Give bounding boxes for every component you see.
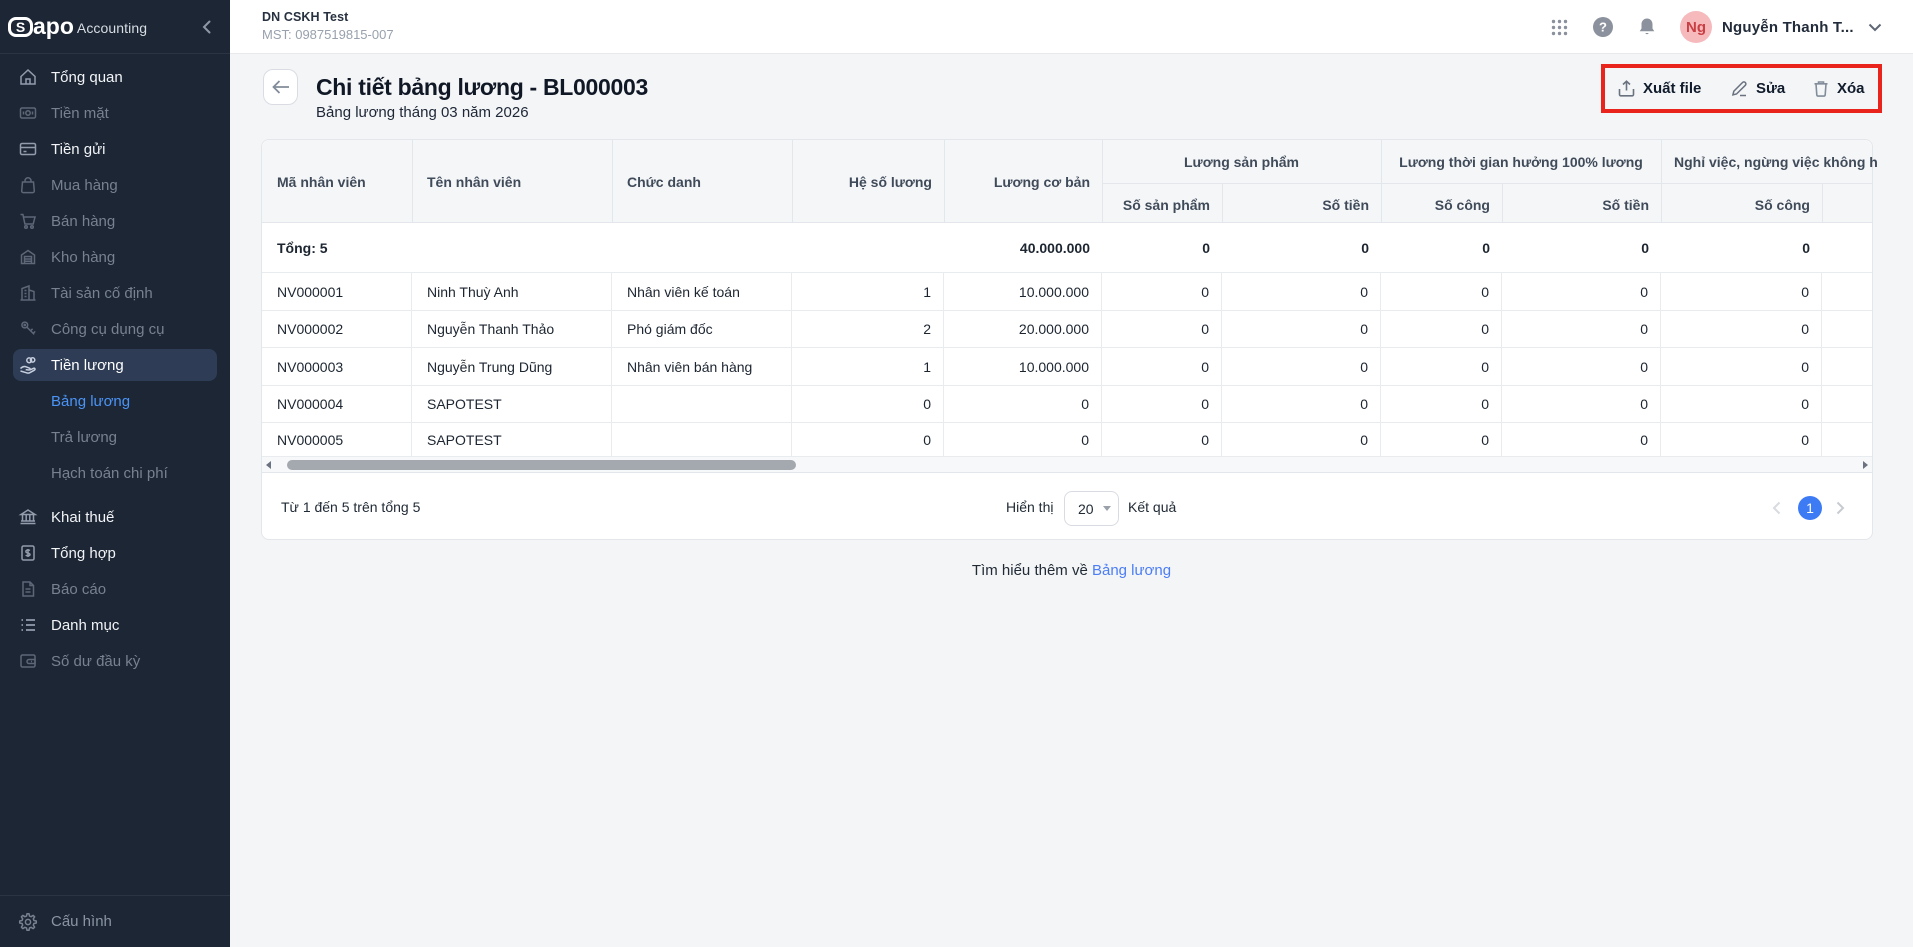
svg-text:?: ? xyxy=(1599,20,1607,35)
